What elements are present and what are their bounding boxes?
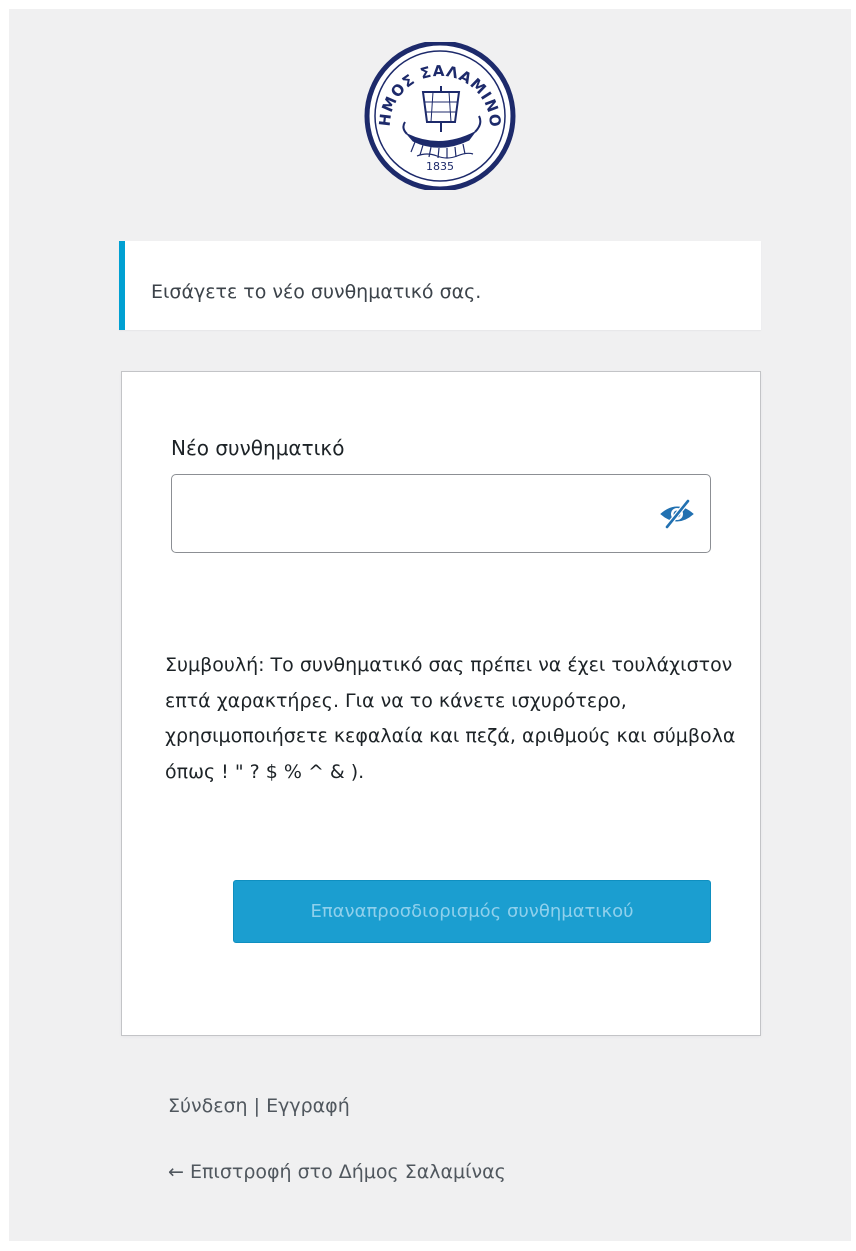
new-password-input[interactable] [171, 474, 711, 553]
reset-password-button[interactable]: Επαναπροσδιορισμός συνθηματικού [233, 880, 711, 943]
municipality-logo[interactable]: ΔΗΜΟΣ ΣΑΛΑΜΙΝΟΣ 1835 [351, 28, 523, 192]
notice-message: Εισάγετε το νέο συνθηματικό σας. [151, 281, 482, 303]
reset-password-form: Νέο συνθηματικό Συμβουλή: Το συνθηματικό… [121, 371, 761, 1036]
eye-slash-icon[interactable] [658, 497, 696, 531]
svg-text:1835: 1835 [426, 160, 454, 173]
auth-links: Σύνδεση | Εγγραφή [168, 1095, 350, 1117]
link-separator: | [253, 1095, 261, 1117]
back-to-site: ← Επιστροφή στο Δήμος Σαλαμίνας [168, 1161, 506, 1183]
register-link[interactable]: Εγγραφή [266, 1095, 350, 1117]
info-notice: Εισάγετε το νέο συνθηματικό σας. [119, 241, 761, 330]
password-hint: Συμβουλή: Το συνθηματικό σας πρέπει να έ… [165, 654, 736, 783]
new-password-label: Νέο συνθηματικό [171, 436, 345, 460]
login-link[interactable]: Σύνδεση [168, 1095, 248, 1117]
back-to-site-link[interactable]: ← Επιστροφή στο Δήμος Σαλαμίνας [168, 1161, 506, 1183]
